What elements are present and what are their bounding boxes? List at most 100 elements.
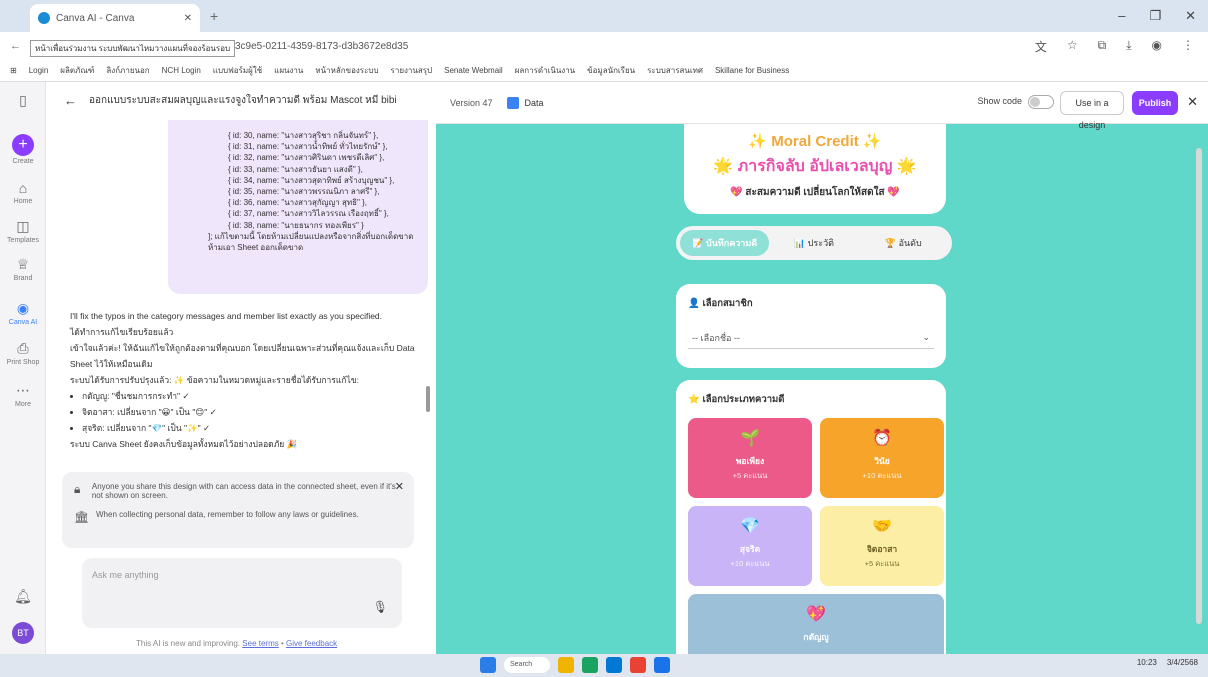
preview-scrollbar[interactable] bbox=[1196, 148, 1202, 624]
code-line: { id: 38, name: "นายธนากร ทองเพียร" } bbox=[228, 220, 364, 230]
star-icon[interactable]: ☆ bbox=[1067, 38, 1078, 55]
bookmark-item[interactable]: Login bbox=[29, 66, 49, 75]
hero-subtitle: 🌟 ภารกิจลับ อัปเลเวลบุญ 🌟 bbox=[713, 158, 917, 175]
data-button[interactable]: Data bbox=[525, 98, 544, 108]
chevron-down-icon: ⌄ bbox=[922, 332, 930, 342]
rail-canva-ai[interactable]: ◉ Canva AI bbox=[0, 300, 46, 326]
tile-name: สุจริต bbox=[739, 544, 761, 554]
rail-print-shop[interactable]: ⎙ Print Shop bbox=[0, 340, 46, 366]
show-code-toggle[interactable] bbox=[1028, 95, 1054, 109]
reply-bullet: กตัญญู: "ชื่นชมการกระทำ" ✓ bbox=[82, 388, 420, 404]
preview-toolbar: Version 47 Data Show code Use in a desig… bbox=[436, 82, 1208, 130]
bookmark-item[interactable]: Skillane for Business bbox=[715, 66, 789, 75]
type-card: ⭐ เลือกประเภทความดี 🌱 พอเพียง +5 คะแนน ⏰ วิน… bbox=[676, 380, 946, 674]
browser-tab[interactable]: Canva AI - Canva ✕ bbox=[30, 4, 200, 32]
profile-icon[interactable]: ◉ bbox=[1152, 38, 1162, 55]
back-icon[interactable]: ← bbox=[10, 40, 21, 52]
tile-name: จิตอาสา bbox=[866, 544, 898, 554]
chrome-icon[interactable] bbox=[630, 657, 646, 673]
restore-icon[interactable]: ❐ bbox=[1149, 8, 1161, 24]
tile-emoji-icon: ⏰ bbox=[872, 430, 892, 447]
reply-line: I'll fix the typos in the category messa… bbox=[70, 311, 383, 321]
chat-input[interactable]: Ask me anything 🎙︎ bbox=[82, 558, 402, 628]
tile-emoji-icon: 💎 bbox=[740, 518, 760, 535]
clock[interactable]: 10:23 bbox=[1137, 658, 1157, 667]
code-line: { id: 32, name: "นางสาวศิรินดา เพชรดีเลิ… bbox=[228, 153, 385, 163]
member-card: 👤 เลือกสมาชิก -- เลือกชื่อ -- ⌄ bbox=[676, 284, 946, 368]
terms-link[interactable]: See terms bbox=[242, 639, 278, 648]
rail-templates[interactable]: ◫ Templates bbox=[0, 218, 46, 244]
feedback-link[interactable]: Give feedback bbox=[286, 639, 337, 648]
tile-points: +10 คะแนน bbox=[730, 559, 770, 568]
date[interactable]: 3/4/2568 bbox=[1167, 658, 1198, 667]
tab-history[interactable]: 📊 ประวัติ bbox=[769, 230, 858, 256]
bookmark-item[interactable]: NCH Login bbox=[162, 66, 201, 75]
code-footer: ]; แก้ไขตามนี้ โดยห้ามเปลี่ยนแปลงหรือจาก… bbox=[208, 231, 414, 253]
type-tile[interactable]: 🌱 พอเพียง +5 คะแนน bbox=[688, 418, 812, 498]
menu-icon[interactable]: ⋮ bbox=[1182, 38, 1194, 55]
canva-app: ▯ + Create ⌂ Home ◫ Templates ♕ Brand ◉ Canva… bbox=[0, 82, 1208, 674]
bookmark-item[interactable]: รายงานสรุป bbox=[391, 64, 433, 77]
bookmark-item[interactable]: ลิงก์ภายนอก bbox=[106, 64, 149, 77]
reply-line: ได้ทำการแก้ไขเรียบร้อยแล้ว bbox=[70, 327, 174, 337]
browser-tabbar: Canva AI - Canva ✕ + – ❐ ✕ bbox=[0, 0, 1208, 32]
chat-scrollbar[interactable] bbox=[426, 386, 430, 412]
panel-toggle-icon[interactable]: ▯ bbox=[0, 92, 46, 111]
window-controls: – ❐ ✕ bbox=[1118, 8, 1196, 24]
extensions-icon[interactable]: ⧉ bbox=[1098, 38, 1107, 55]
type-tile[interactable]: ⏰ วินัย +10 คะแนน bbox=[820, 418, 944, 498]
microphone-icon[interactable]: 🎙︎ bbox=[373, 600, 388, 614]
store-icon[interactable] bbox=[606, 657, 622, 673]
taskbar-search[interactable]: Search bbox=[504, 657, 550, 673]
rail-more[interactable]: ⋯ More bbox=[0, 382, 46, 408]
rail-brand[interactable]: ♕ Brand bbox=[0, 256, 46, 282]
taskbar-center: Search bbox=[480, 657, 670, 673]
publish-button[interactable]: Publish bbox=[1132, 91, 1178, 115]
close-tab-icon[interactable]: ✕ bbox=[184, 13, 192, 24]
back-arrow-icon[interactable]: ← bbox=[64, 93, 77, 108]
bookmark-item[interactable]: แผนงาน bbox=[274, 64, 303, 77]
windows-start-icon[interactable] bbox=[480, 657, 496, 673]
rail-avatar[interactable]: BT bbox=[0, 622, 46, 644]
brand-icon: ♕ bbox=[16, 256, 30, 272]
close-icon[interactable]: ✕ bbox=[1187, 94, 1198, 110]
lock-icon: 🔒︎ bbox=[74, 482, 81, 496]
new-tab-icon[interactable]: + bbox=[210, 8, 218, 24]
version-label[interactable]: Version 47 bbox=[450, 98, 493, 108]
apps-icon[interactable]: ⊞ bbox=[10, 66, 17, 75]
bookmark-item[interactable]: หน้าหลักของระบบ bbox=[315, 64, 378, 77]
edge-icon[interactable] bbox=[582, 657, 598, 673]
app-icon[interactable] bbox=[654, 657, 670, 673]
minimize-icon[interactable]: – bbox=[1118, 8, 1125, 24]
close-window-icon[interactable]: ✕ bbox=[1185, 8, 1196, 24]
avatar: BT bbox=[12, 622, 34, 644]
chat-header: ← ออกแบบระบบสะสมผลบุญและแรงจูงใจทำความดี … bbox=[46, 82, 436, 118]
type-tile[interactable]: 🤝 จิตอาสา +5 คะแนน bbox=[820, 506, 944, 586]
chat-title: ออกแบบระบบสะสมผลบุญและแรงจูงใจทำความดี พ… bbox=[89, 94, 397, 106]
file-explorer-icon[interactable] bbox=[558, 657, 574, 673]
code-line: { id: 33, name: "นางสาวธันยา แสงดี" }, bbox=[228, 164, 363, 174]
bookmark-item[interactable]: Senate Webmail bbox=[444, 66, 503, 75]
templates-icon: ◫ bbox=[16, 218, 30, 234]
rail-home[interactable]: ⌂ Home bbox=[0, 180, 46, 205]
rail-create[interactable]: + Create bbox=[0, 134, 46, 165]
code-line: { id: 30, name: "นางสาวสุริชา กลิ่นจันทร… bbox=[228, 131, 379, 140]
member-select[interactable]: -- เลือกชื่อ -- ⌄ bbox=[688, 327, 934, 349]
notifications-icon[interactable]: 🔔︎ bbox=[0, 588, 46, 607]
show-code-label: Show code bbox=[977, 96, 1022, 106]
tab-ranking[interactable]: 🏆 อันดับ bbox=[859, 230, 948, 256]
bookmark-item[interactable]: ระบบสารสนเทศ bbox=[647, 64, 703, 77]
translate-icon[interactable]: 文 bbox=[1035, 38, 1047, 55]
reply-bullet: สุจริต: เปลี่ยนจาก "💎" เป็น "✨" ✓ bbox=[82, 420, 420, 436]
tab-record[interactable]: 📝 บันทึกความดี bbox=[680, 230, 770, 256]
bookmark-item[interactable]: แบบฟอร์มผู้ใช้ bbox=[213, 64, 262, 77]
bookmark-item[interactable]: ข้อมูลนักเรียน bbox=[587, 64, 635, 77]
type-tile[interactable]: 💎 สุจริต +10 คะแนน bbox=[688, 506, 812, 586]
use-in-design-button[interactable]: Use in a design bbox=[1060, 91, 1124, 130]
bookmark-item[interactable]: ผลการดำเนินงาน bbox=[515, 64, 575, 77]
canva-ai-icon: ◉ bbox=[16, 300, 30, 316]
bookmark-item[interactable]: ผลิตภัณฑ์ bbox=[60, 64, 94, 77]
ai-disclaimer: This AI is new and improving. See terms … bbox=[136, 639, 338, 648]
download-icon[interactable]: ⤓ bbox=[1126, 38, 1131, 55]
close-notice-icon[interactable]: ✕ bbox=[395, 480, 404, 493]
